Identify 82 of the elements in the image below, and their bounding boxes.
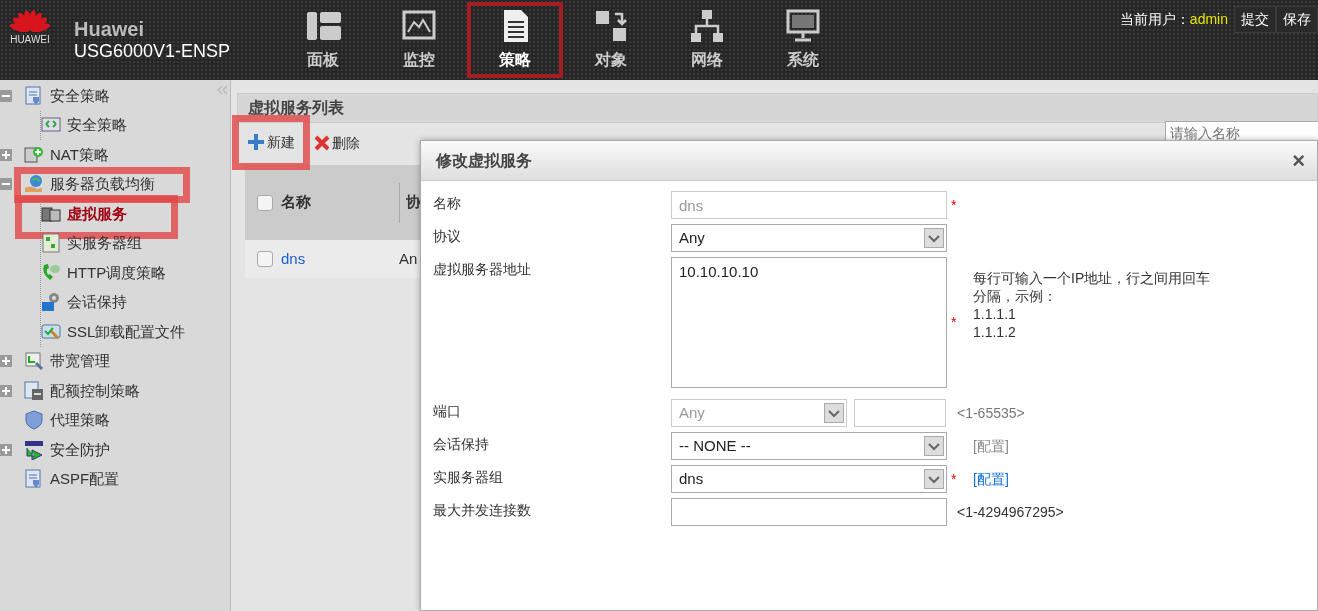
object-icon: [593, 8, 629, 44]
toolbar-button[interactable]: 删除: [310, 130, 364, 156]
field-label: 实服务器组: [433, 468, 504, 487]
field-label: 名称: [433, 194, 462, 213]
tree-node-icon: [24, 439, 44, 460]
field-label: 会话保持: [433, 435, 490, 454]
select-field[interactable]: Any: [671, 224, 947, 252]
plus-icon: [247, 133, 265, 151]
config-link[interactable]: [配置]: [973, 435, 1009, 457]
expand-toggle[interactable]: [0, 148, 12, 161]
expand-toggle[interactable]: [0, 443, 12, 456]
tree-item[interactable]: 带宽管理: [50, 350, 110, 373]
tree-item[interactable]: 会话保持: [67, 291, 127, 314]
tree-item[interactable]: HTTP调度策略: [67, 261, 167, 284]
required-mark: *: [951, 195, 958, 215]
tree-node-icon: [24, 410, 44, 431]
tree-node-icon: [24, 380, 44, 401]
expand-toggle[interactable]: [0, 178, 12, 191]
close-button[interactable]: ×: [1292, 149, 1305, 172]
expand-toggle[interactable]: [0, 384, 12, 397]
network-icon: [689, 8, 725, 44]
tree-node-icon: [41, 292, 61, 313]
example-text: 1.1.1.1: [973, 305, 1017, 323]
tree-node-icon: [41, 321, 61, 342]
field-label: 虚拟服务器地址: [433, 260, 532, 279]
checkbox[interactable]: [257, 194, 273, 211]
panel-title: 虚拟服务列表: [237, 93, 1318, 123]
select-field[interactable]: dns: [671, 465, 947, 493]
name-link[interactable]: dns: [281, 247, 391, 271]
required-mark: *: [951, 313, 958, 332]
tree-item[interactable]: ASPF配置: [50, 468, 120, 491]
tree-node-icon: [24, 144, 44, 165]
nav-tab[interactable]: 对象: [563, 2, 659, 78]
device-model: USG6000V1-ENSP: [74, 40, 232, 62]
tree-item[interactable]: NAT策略: [50, 143, 109, 166]
tree-node-icon: [24, 351, 44, 372]
toolbar-button[interactable]: 新建: [243, 129, 299, 155]
tree-item[interactable]: 实服务器组: [67, 232, 142, 255]
product-name: Huawei: [74, 18, 146, 40]
user-name: admin: [1189, 10, 1228, 29]
expand-toggle[interactable]: [0, 89, 12, 102]
nav-tab[interactable]: 系统: [755, 2, 851, 78]
delete-icon: [314, 135, 330, 151]
tree-node-icon: [24, 469, 44, 490]
hint-text: 每行可输入一个IP地址，行之间用回车分隔，示例：: [973, 269, 1212, 305]
input-field[interactable]: [671, 498, 947, 526]
expand-toggle[interactable]: [0, 355, 12, 368]
nav-tab[interactable]: 监控: [371, 2, 467, 78]
field-label: 最大并发连接数: [433, 501, 532, 520]
textarea-field[interactable]: 10.10.10.10: [671, 257, 947, 388]
field-label: 端口: [433, 402, 462, 421]
tree-item[interactable]: 虚拟服务: [67, 202, 127, 225]
column-header: 名称: [281, 192, 312, 213]
tree-node-icon: [24, 174, 44, 195]
tree-item[interactable]: 代理策略: [50, 409, 110, 432]
tree-item[interactable]: 服务器负载均衡: [50, 173, 155, 196]
tree-item[interactable]: 安全策略: [67, 114, 127, 137]
select-field[interactable]: -- NONE --: [671, 432, 947, 460]
tree-item[interactable]: 安全策略: [50, 84, 110, 107]
nav-tab[interactable]: 网络: [659, 2, 755, 78]
field-label: 协议: [433, 227, 462, 246]
tree-item[interactable]: 配额控制策略: [50, 379, 140, 402]
checkbox[interactable]: [257, 251, 273, 267]
table-cell-text: An: [399, 248, 418, 269]
tree-node-icon: [41, 233, 61, 254]
nav-tab[interactable]: 策略: [467, 2, 563, 78]
header-button[interactable]: 提交: [1234, 6, 1276, 33]
nav-tab[interactable]: 面板: [275, 2, 371, 78]
example-text: 1.1.1.2: [973, 323, 1017, 341]
computer-icon: [785, 8, 821, 44]
logo-text: HUAWEI: [10, 33, 50, 47]
config-link[interactable]: [配置]: [973, 468, 1009, 490]
dialog-title: 修改虚拟服务: [436, 150, 532, 171]
tree-node-icon: [41, 262, 61, 283]
tree-item[interactable]: SSL卸载配置文件: [67, 320, 186, 343]
user-label: 当前用户：: [1119, 10, 1190, 29]
required-mark: *: [951, 469, 958, 489]
range-hint: <1-65535>: [957, 403, 1025, 423]
range-hint: <1-4294967295>: [957, 502, 1064, 522]
tree-item[interactable]: 安全防护: [50, 438, 110, 461]
header-button[interactable]: 保存: [1276, 6, 1318, 33]
tree-node-icon: [24, 85, 44, 106]
